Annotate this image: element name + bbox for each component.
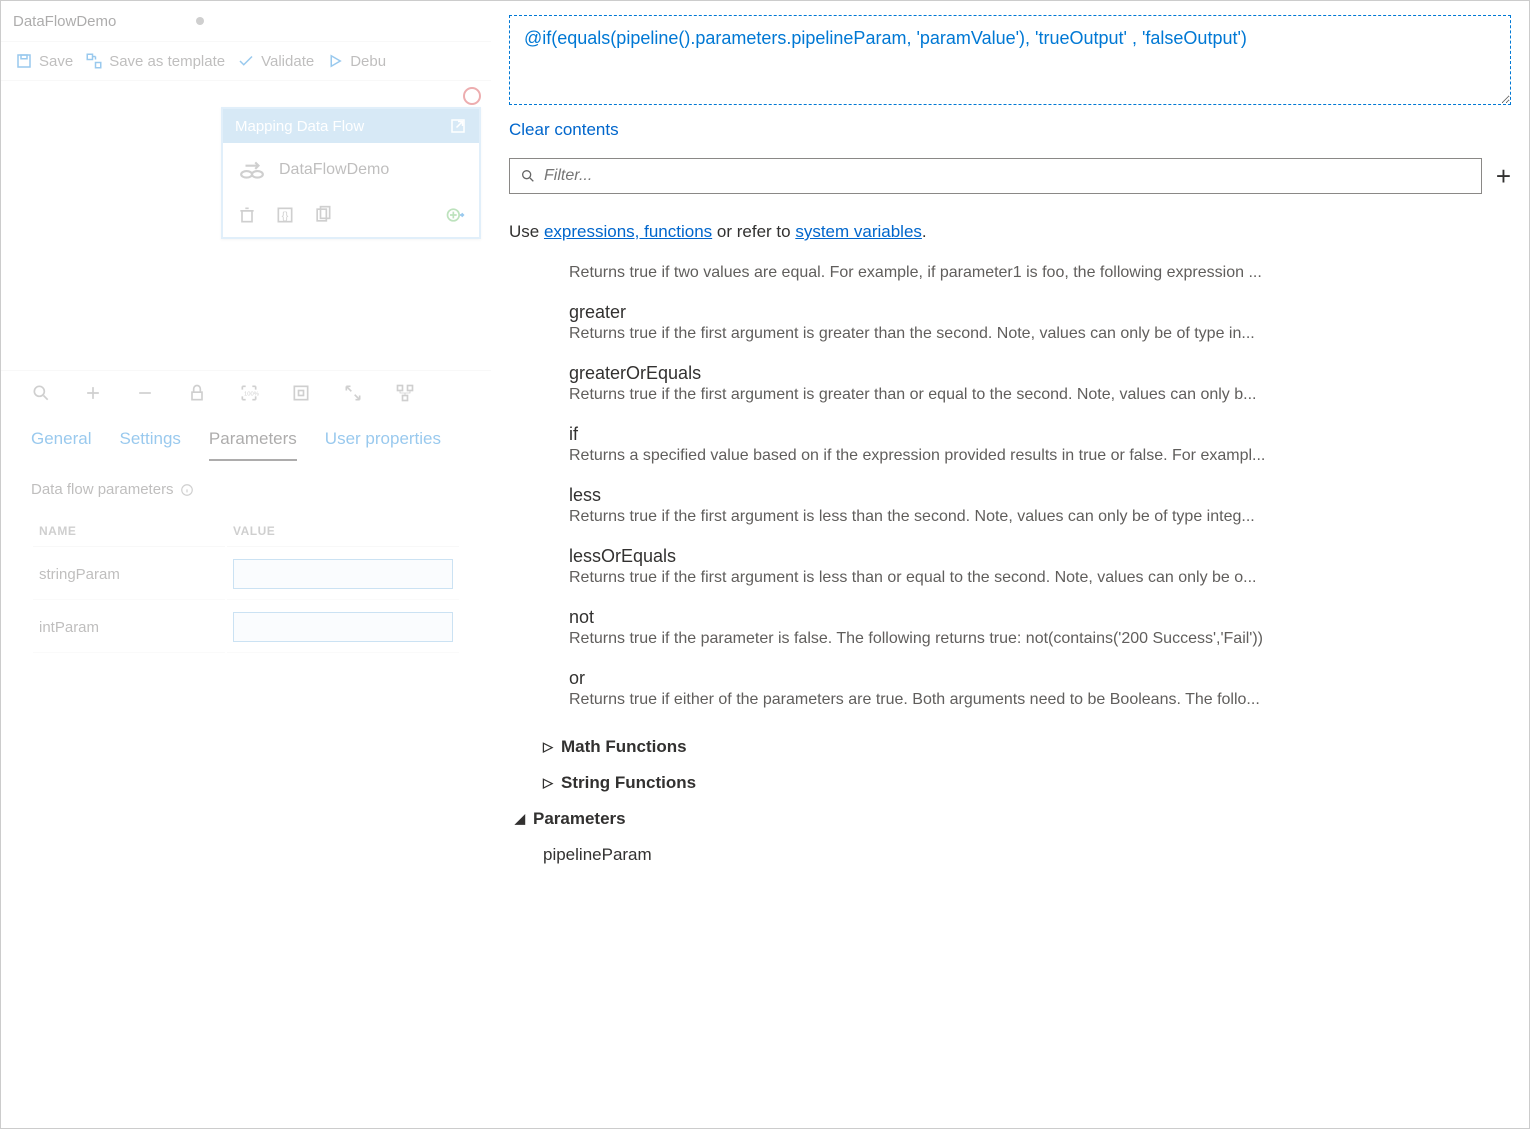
save-button[interactable]: Save <box>15 52 73 70</box>
zoom-in-icon[interactable] <box>83 383 103 403</box>
filter-box[interactable] <box>509 158 1482 194</box>
svg-text:100%: 100% <box>244 392 259 398</box>
lock-icon[interactable] <box>187 383 207 403</box>
card-header: Mapping Data Flow <box>223 109 479 143</box>
save-template-button[interactable]: Save as template <box>85 52 225 70</box>
chevron-right-icon: ▷ <box>543 775 553 791</box>
canvas-toolbar: 100% <box>1 370 491 415</box>
chevron-down-icon: ◢ <box>515 811 525 827</box>
tab-title: DataFlowDemo <box>13 13 116 30</box>
section-parameters[interactable]: ◢ Parameters <box>515 801 1511 837</box>
list-item[interactable]: or Returns true if either of the paramet… <box>569 668 1511 709</box>
col-name: NAME <box>33 516 225 547</box>
expressions-link[interactable]: expressions, functions <box>544 222 712 241</box>
expression-builder-panel: Clear contents + Use expressions, functi… <box>491 1 1529 1128</box>
list-item[interactable]: not Returns true if the parameter is fal… <box>569 607 1511 648</box>
param-value-input[interactable] <box>233 559 453 589</box>
info-icon[interactable] <box>180 483 194 497</box>
tab-general[interactable]: General <box>31 429 91 461</box>
parameter-item[interactable]: pipelineParam <box>543 837 1511 873</box>
designer-pane: DataFlowDemo Save Save as template Valid… <box>1 1 491 1128</box>
section-math[interactable]: ▷ Math Functions <box>543 729 1511 765</box>
list-item[interactable]: lessOrEquals Returns true if the first a… <box>569 546 1511 587</box>
list-item[interactable]: greaterOrEquals Returns true if the firs… <box>569 363 1511 404</box>
fullscreen-icon[interactable] <box>343 383 363 403</box>
function-list: Returns true if two values are equal. Fo… <box>509 264 1511 709</box>
parameters-panel: Data flow parameters NAME VALUE stringPa… <box>1 461 491 675</box>
params-label: Data flow parameters <box>31 481 174 498</box>
debug-button[interactable]: Debu <box>326 52 386 70</box>
dataflow-icon <box>239 157 265 183</box>
list-item[interactable]: greater Returns true if the first argume… <box>569 302 1511 343</box>
svg-text:{}: {} <box>282 211 289 222</box>
param-value-input[interactable] <box>233 612 453 642</box>
section-string[interactable]: ▷ String Functions <box>543 765 1511 801</box>
col-value: VALUE <box>227 516 459 547</box>
toolbar: Save Save as template Validate Debu <box>1 41 491 80</box>
tab-user-properties[interactable]: User properties <box>325 429 441 461</box>
help-text: Use expressions, functions or refer to s… <box>509 222 1511 242</box>
tab-parameters[interactable]: Parameters <box>209 429 297 461</box>
dataflow-activity-card[interactable]: Mapping Data Flow DataFlowDemo {} <box>221 107 481 239</box>
validate-button[interactable]: Validate <box>237 52 314 70</box>
activity-name: DataFlowDemo <box>279 161 389 179</box>
template-icon <box>85 52 103 70</box>
add-next-icon[interactable] <box>445 205 465 225</box>
add-button[interactable]: + <box>1496 161 1511 192</box>
chevron-right-icon: ▷ <box>543 739 553 755</box>
zoom-out-icon[interactable] <box>135 383 155 403</box>
editor-tab[interactable]: DataFlowDemo <box>1 1 491 41</box>
zoom-100-icon[interactable]: 100% <box>239 383 259 403</box>
table-row: intParam <box>33 602 459 653</box>
save-icon <box>15 52 33 70</box>
clear-contents-link[interactable]: Clear contents <box>509 120 619 140</box>
list-item[interactable]: if Returns a specified value based on if… <box>569 424 1511 465</box>
table-row: stringParam <box>33 549 459 600</box>
system-variables-link[interactable]: system variables <box>795 222 922 241</box>
list-item[interactable]: less Returns true if the first argument … <box>569 485 1511 526</box>
expression-input[interactable] <box>509 15 1511 105</box>
play-icon <box>326 52 344 70</box>
activity-tabs: General Settings Parameters User propert… <box>1 415 491 461</box>
search-icon[interactable] <box>31 383 51 403</box>
search-icon <box>520 168 536 184</box>
tab-settings[interactable]: Settings <box>119 429 180 461</box>
trash-icon[interactable] <box>237 205 257 225</box>
layout-icon[interactable] <box>395 383 415 403</box>
list-item[interactable]: Returns true if two values are equal. Fo… <box>569 264 1511 282</box>
unsaved-dot-icon <box>196 17 204 25</box>
code-icon[interactable]: {} <box>275 205 295 225</box>
filter-input[interactable] <box>544 167 1471 185</box>
open-icon[interactable] <box>449 117 467 135</box>
pipeline-canvas[interactable]: Mapping Data Flow DataFlowDemo {} <box>1 80 491 370</box>
check-icon <box>237 52 255 70</box>
error-indicator-icon <box>463 87 481 105</box>
copy-icon[interactable] <box>313 205 333 225</box>
fit-icon[interactable] <box>291 383 311 403</box>
